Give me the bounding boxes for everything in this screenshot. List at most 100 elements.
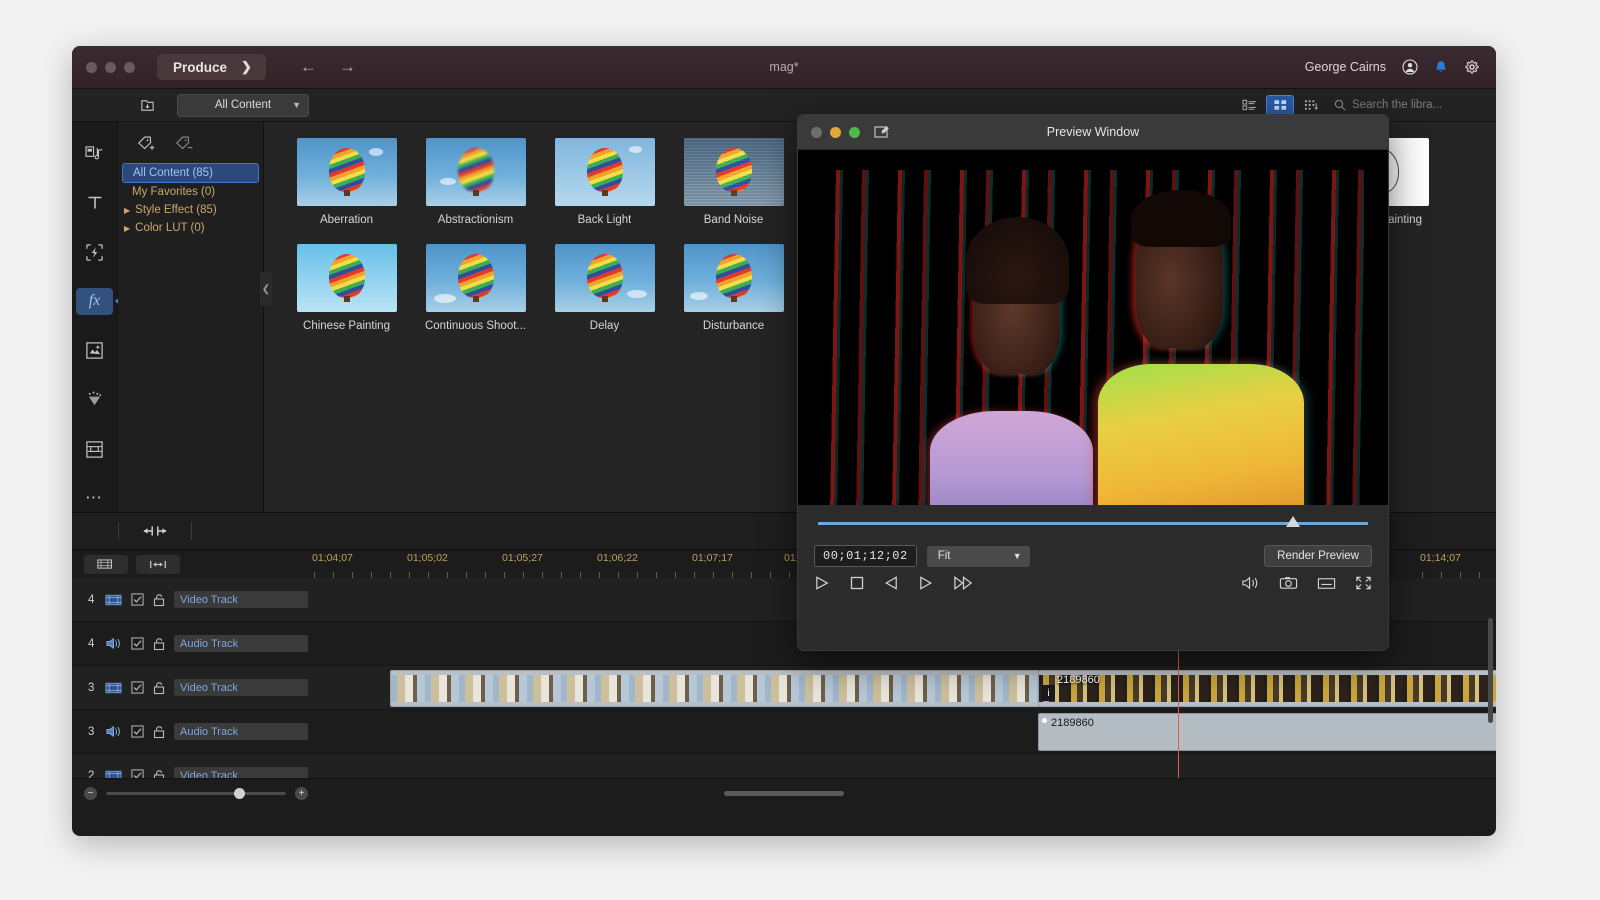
effect-item[interactable]: Abstractionism [411, 138, 540, 238]
timeline-horizontal-scrollbar[interactable] [724, 791, 844, 796]
scale-mode-select[interactable]: Fit ▼ [927, 546, 1030, 567]
effect-item[interactable]: Disturbance [669, 244, 798, 344]
preview-maximize-button[interactable] [849, 127, 860, 138]
effect-item[interactable]: Band Noise [669, 138, 798, 238]
content-filter-select[interactable]: All Content ▼ [177, 94, 309, 117]
track-lock-icon[interactable] [153, 593, 165, 607]
template-icon[interactable] [76, 436, 113, 463]
transition-icon[interactable] [76, 239, 113, 266]
more-icon[interactable]: ⋯ [76, 485, 113, 512]
video-track-icon[interactable] [105, 594, 122, 606]
scrubber-handle[interactable] [1286, 516, 1300, 527]
media-icon[interactable] [76, 140, 113, 167]
settings-gear-icon[interactable] [1464, 59, 1480, 75]
track-enable-checkbox[interactable] [131, 769, 144, 778]
trim-tool-icon[interactable] [141, 524, 169, 538]
sidebar-item-color-lut[interactable]: ▶ Color LUT (0) [122, 219, 259, 237]
scrubber-track[interactable] [818, 522, 1368, 525]
text-icon[interactable] [76, 189, 113, 216]
track-row[interactable]: 3 Audio Track 2189860 [72, 710, 1496, 754]
expand-triangle-icon[interactable]: ▶ [124, 224, 130, 233]
effect-item[interactable]: Aberration [282, 138, 411, 238]
timeline-clip[interactable] [390, 670, 1040, 707]
track-name-field[interactable]: Audio Track [174, 635, 308, 652]
track-enable-checkbox[interactable] [131, 681, 144, 694]
maximize-window-button[interactable] [124, 62, 135, 73]
preview-traffic-lights[interactable] [811, 127, 860, 138]
timeline-clip[interactable]: 2189860 i [1038, 670, 1496, 707]
account-icon[interactable] [1402, 59, 1418, 75]
stop-button[interactable] [849, 575, 865, 591]
add-tag-icon[interactable] [136, 134, 158, 153]
grid-view-toggle[interactable] [1266, 95, 1294, 116]
track-enable-checkbox[interactable] [131, 637, 144, 650]
list-view-toggle[interactable] [1236, 96, 1262, 115]
fast-forward-button[interactable] [953, 575, 974, 591]
effect-item[interactable]: Chinese Painting [282, 244, 411, 344]
timeline-clip[interactable]: 2189860 [1038, 713, 1496, 751]
clip-lane[interactable]: 2189860 i [312, 666, 1496, 709]
back-arrow-icon[interactable]: ← [300, 57, 317, 77]
track-enable-checkbox[interactable] [131, 593, 144, 606]
effect-item[interactable]: Back Light [540, 138, 669, 238]
step-back-button[interactable] [883, 575, 900, 591]
effect-item[interactable]: Delay [540, 244, 669, 344]
preview-video-frame[interactable] [822, 170, 1364, 505]
preview-minimize-button[interactable] [830, 127, 841, 138]
add-track-button[interactable] [84, 555, 128, 574]
clip-lane[interactable]: 2189860 [312, 710, 1496, 753]
particle-icon[interactable] [76, 386, 113, 413]
step-forward-button[interactable] [918, 575, 935, 591]
render-preview-button[interactable]: Render Preview [1264, 545, 1372, 567]
produce-button[interactable]: Produce ❯ [157, 54, 266, 80]
zoom-slider-track[interactable] [106, 792, 286, 795]
track-enable-checkbox[interactable] [131, 725, 144, 738]
close-window-button[interactable] [86, 62, 97, 73]
track-name-field[interactable]: Video Track [174, 767, 308, 778]
track-row[interactable]: 3 Video Track 2189860 [72, 666, 1496, 710]
effect-item[interactable]: Continuous Shoot... [411, 244, 540, 344]
snapshot-camera-icon[interactable] [1279, 575, 1298, 591]
play-button[interactable] [814, 575, 831, 591]
sidebar-item-my-favorites[interactable]: My Favorites (0) [122, 183, 259, 201]
clip-info-badge[interactable]: i [1042, 685, 1055, 701]
subtitle-icon[interactable] [1317, 576, 1336, 591]
sidebar-item-style-effect[interactable]: ▶ Style Effect (85) [122, 201, 259, 219]
remove-tag-icon[interactable] [174, 134, 196, 153]
fx-icon[interactable]: fx [76, 288, 113, 315]
video-track-icon[interactable] [105, 682, 122, 694]
timeline-vertical-scrollbar[interactable] [1488, 618, 1493, 723]
track-name-field[interactable]: Video Track [174, 679, 308, 696]
fullscreen-icon[interactable] [1355, 575, 1372, 591]
clip-lane[interactable] [312, 754, 1496, 778]
track-row[interactable]: 2 Video Track [72, 754, 1496, 778]
audio-track-icon[interactable] [105, 725, 122, 738]
sticker-icon[interactable] [76, 337, 113, 364]
preview-scrubber[interactable] [798, 505, 1388, 541]
zoom-in-button[interactable]: + [295, 787, 308, 800]
library-search-box[interactable]: Search the libra... [1334, 95, 1484, 115]
track-lock-icon[interactable] [153, 637, 165, 651]
track-lock-icon[interactable] [153, 725, 165, 739]
track-lock-icon[interactable] [153, 769, 165, 779]
sort-grid-view-toggle[interactable] [1298, 96, 1324, 115]
audio-track-icon[interactable] [105, 637, 122, 650]
zoom-slider-knob[interactable] [234, 788, 245, 799]
window-traffic-lights[interactable] [86, 62, 135, 73]
zoom-out-button[interactable]: − [84, 787, 97, 800]
video-track-icon[interactable] [105, 770, 122, 779]
sidebar-collapse-handle[interactable]: ❮ [260, 272, 272, 306]
track-name-field[interactable]: Video Track [174, 591, 308, 608]
preview-timecode[interactable]: 00;01;12;02 [814, 545, 917, 567]
track-name-field[interactable]: Audio Track [174, 723, 308, 740]
minimize-window-button[interactable] [105, 62, 116, 73]
forward-arrow-icon[interactable]: → [339, 57, 356, 77]
sidebar-item-all-content[interactable]: All Content (85) [122, 163, 259, 183]
import-media-icon[interactable] [140, 98, 155, 113]
timeline-zoom-slider[interactable]: − + [84, 787, 308, 800]
preview-close-button[interactable] [811, 127, 822, 138]
edit-layout-icon[interactable] [874, 125, 890, 139]
track-lock-icon[interactable] [153, 681, 165, 695]
notification-bell-icon[interactable] [1434, 60, 1448, 75]
volume-icon[interactable] [1241, 575, 1260, 591]
